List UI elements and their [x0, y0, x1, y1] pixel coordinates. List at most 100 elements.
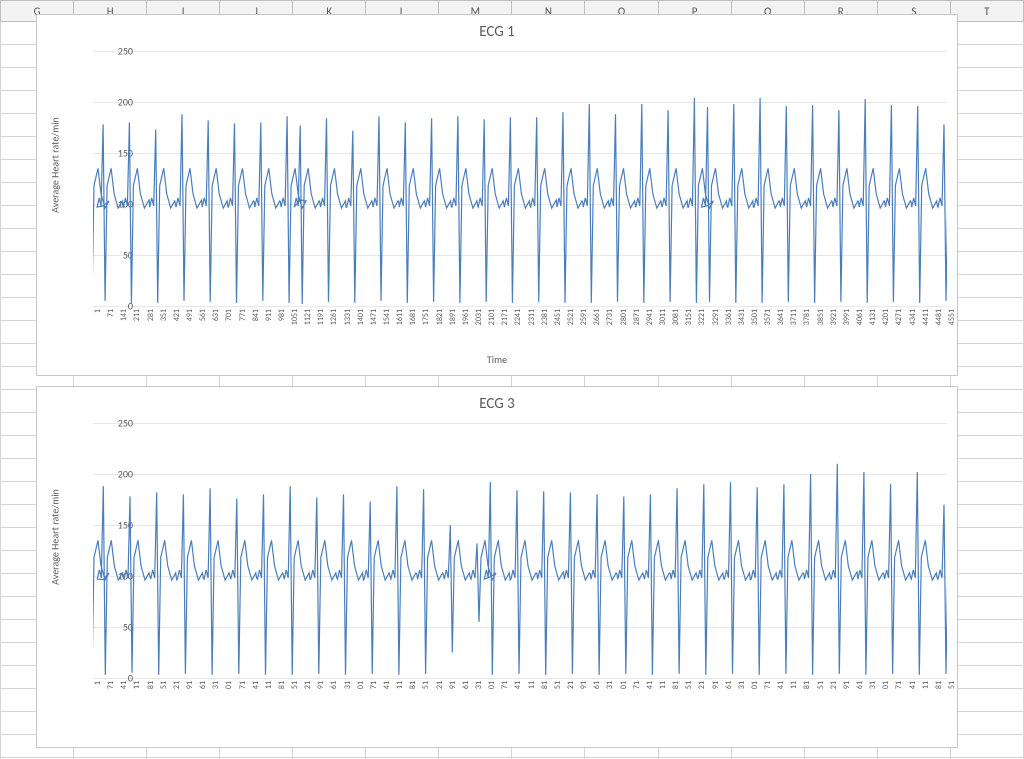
x-tick: 11: [264, 681, 274, 689]
x-tick: 1611: [395, 309, 405, 325]
x-tick: 561: [198, 309, 208, 321]
x-tick: 631: [211, 309, 221, 321]
x-tick: 91: [711, 681, 721, 689]
x-tick: 3781: [802, 309, 812, 325]
x-tick: 41: [382, 681, 392, 689]
x-tick: 31: [868, 681, 878, 689]
x-tick: 491: [185, 309, 195, 321]
x-tick: 21: [303, 681, 313, 689]
cell[interactable]: [950, 229, 1023, 252]
x-tick: 41: [908, 681, 918, 689]
cell[interactable]: [950, 459, 1023, 482]
cell[interactable]: [950, 68, 1023, 91]
cell[interactable]: [950, 298, 1023, 321]
x-tick: 41: [645, 681, 655, 689]
cell[interactable]: [950, 275, 1023, 298]
cell[interactable]: [950, 91, 1023, 114]
x-tick: 4341: [908, 309, 918, 325]
x-tick: 981: [277, 309, 287, 321]
x-tick-labels: 1711412112813514214915616317017718419119…: [93, 307, 947, 353]
cell[interactable]: [950, 735, 1023, 758]
x-tick: 31: [211, 681, 221, 689]
cell[interactable]: [950, 344, 1023, 367]
cell[interactable]: [950, 367, 1023, 390]
cell[interactable]: [950, 482, 1023, 505]
cell[interactable]: [950, 137, 1023, 160]
x-tick: 41: [513, 681, 523, 689]
x-tick: 61: [592, 681, 602, 689]
x-tick: 51: [290, 681, 300, 689]
cell[interactable]: [950, 436, 1023, 459]
x-tick: 41: [119, 681, 129, 689]
cell[interactable]: [950, 689, 1023, 712]
cell[interactable]: [950, 666, 1023, 689]
x-tick: 01: [487, 681, 497, 689]
x-tick: 21: [697, 681, 707, 689]
x-tick: 1681: [408, 309, 418, 325]
x-tick: 771: [238, 309, 248, 321]
x-tick: 3081: [671, 309, 681, 325]
x-tick: 31: [474, 681, 484, 689]
plot-area: 050100150200250: [93, 423, 947, 679]
x-tick: 4271: [894, 309, 904, 325]
x-tick: 81: [146, 681, 156, 689]
cell[interactable]: [950, 321, 1023, 344]
x-tick: 1541: [382, 309, 392, 325]
x-tick: 81: [671, 681, 681, 689]
x-tick: 61: [855, 681, 865, 689]
x-tick: 41: [776, 681, 786, 689]
x-tick: 3361: [724, 309, 734, 325]
x-tick: 1121: [303, 309, 313, 325]
x-tick: 141: [119, 309, 129, 321]
x-tick: 01: [750, 681, 760, 689]
cell[interactable]: [950, 22, 1023, 45]
cell[interactable]: [950, 505, 1023, 528]
x-tick: 1751: [421, 309, 431, 325]
x-tick: 1: [93, 309, 103, 313]
x-tick: 3501: [750, 309, 760, 325]
cell[interactable]: [950, 643, 1023, 666]
cell[interactable]: [950, 574, 1023, 597]
x-tick: 2101: [487, 309, 497, 325]
cell[interactable]: [950, 206, 1023, 229]
chart-ecg-3[interactable]: ECG 3 Average Heart rate/min 05010015020…: [36, 386, 958, 748]
col-header[interactable]: T: [950, 1, 1023, 22]
x-tick: 01: [224, 681, 234, 689]
cell[interactable]: [950, 620, 1023, 643]
cell[interactable]: [950, 712, 1023, 735]
x-tick: 81: [408, 681, 418, 689]
x-tick: 1331: [343, 309, 353, 325]
x-tick: 21: [435, 681, 445, 689]
cell[interactable]: [950, 390, 1023, 413]
x-tick: 4061: [855, 309, 865, 325]
cell[interactable]: [950, 183, 1023, 206]
x-tick: 51: [816, 681, 826, 689]
cell[interactable]: [950, 45, 1023, 68]
cell[interactable]: [950, 551, 1023, 574]
x-tick: 1191: [316, 309, 326, 325]
cell[interactable]: [950, 413, 1023, 436]
x-tick: 281: [146, 309, 156, 321]
x-tick: 11: [527, 681, 537, 689]
cell[interactable]: [950, 252, 1023, 275]
x-tick: 2031: [474, 309, 484, 325]
plot-area: 050100150200250: [93, 51, 947, 307]
x-tick: 4551: [947, 309, 957, 325]
x-tick: 3291: [711, 309, 721, 325]
x-tick: 1: [93, 681, 103, 685]
x-tick: 2871: [632, 309, 642, 325]
chart-ecg-1[interactable]: ECG 1 Average Heart rate/min 05010015020…: [36, 14, 958, 376]
x-tick: 2941: [645, 309, 655, 325]
x-tick: 701: [224, 309, 234, 321]
cell[interactable]: [950, 528, 1023, 551]
x-tick: 841: [251, 309, 261, 321]
cell[interactable]: [950, 160, 1023, 183]
x-tick: 1821: [435, 309, 445, 325]
x-tick: 11: [395, 681, 405, 689]
x-tick: 1891: [448, 309, 458, 325]
x-tick: 3221: [697, 309, 707, 325]
x-tick: 351: [159, 309, 169, 321]
cell[interactable]: [950, 114, 1023, 137]
cell[interactable]: [950, 597, 1023, 620]
x-tick: 4481: [934, 309, 944, 325]
